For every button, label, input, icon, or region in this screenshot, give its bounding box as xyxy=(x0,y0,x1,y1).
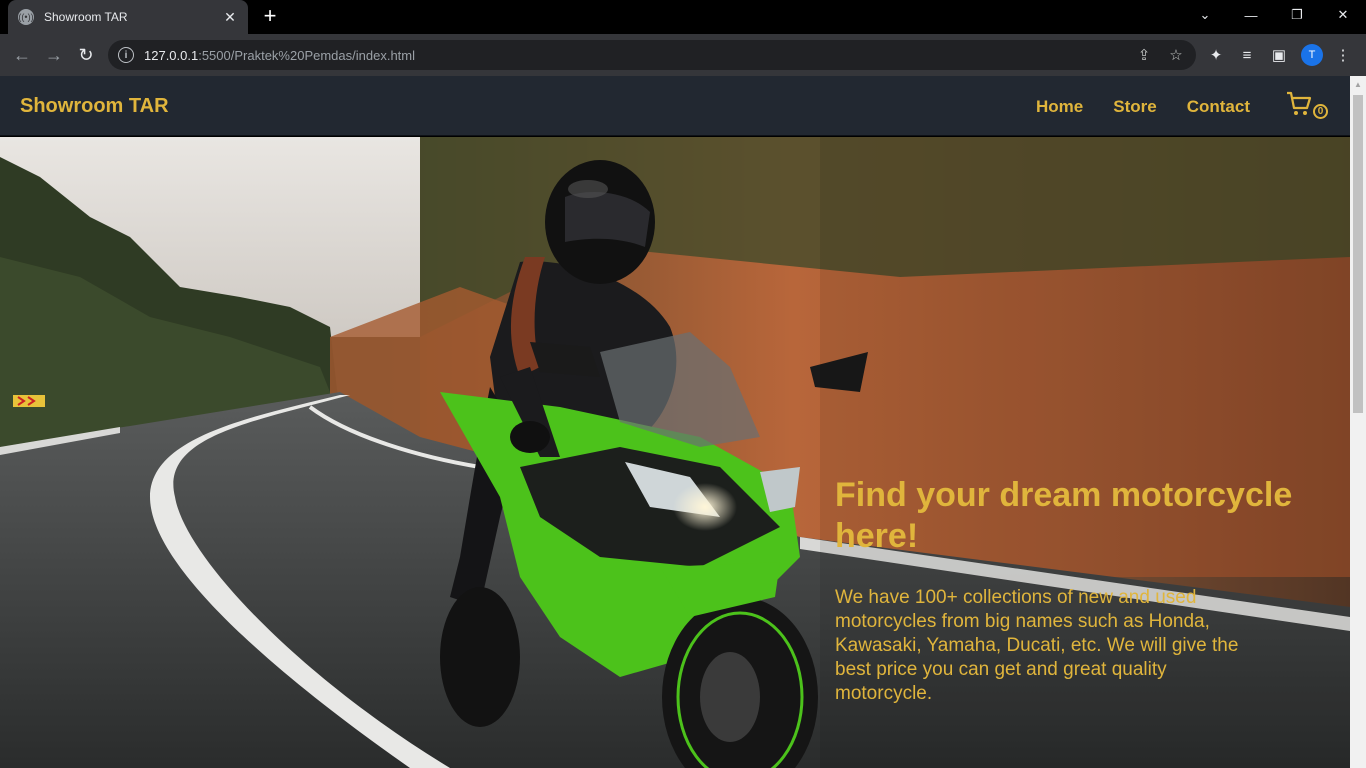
close-tab-icon[interactable]: ✕ xyxy=(222,9,238,26)
new-tab-button[interactable]: + xyxy=(258,5,282,29)
broadcast-icon: ((•)) xyxy=(18,9,34,25)
tab-title: Showroom TAR xyxy=(44,10,128,24)
extensions-icon[interactable]: ✦ xyxy=(1206,45,1226,65)
hero-description: We have 100+ collections of new and used… xyxy=(835,587,1239,704)
browser-toolbar: ← → ↻ i 127.0.0.1:5500/Praktek%20Pemdas/… xyxy=(0,34,1366,76)
back-icon[interactable]: ← xyxy=(10,43,34,67)
cart-button[interactable]: 0 xyxy=(1285,90,1331,124)
forward-icon[interactable]: → xyxy=(42,43,66,67)
hero-title: Find your dream motorcycle here! xyxy=(835,476,1293,555)
bookmark-star-icon[interactable]: ☆ xyxy=(1166,45,1186,65)
scroll-up-arrow-icon[interactable]: ▲ xyxy=(1353,80,1363,90)
cart-count-badge: 0 xyxy=(1313,104,1328,119)
reload-icon[interactable]: ↻ xyxy=(74,43,98,67)
nav-link-store[interactable]: Store xyxy=(1113,97,1156,117)
address-bar[interactable]: i 127.0.0.1:5500/Praktek%20Pemdas/index.… xyxy=(108,40,1196,70)
tab-search-button[interactable]: ⌄ xyxy=(1182,0,1228,30)
close-window-button[interactable]: ✕ xyxy=(1320,0,1366,30)
site-brand[interactable]: Showroom TAR xyxy=(20,95,169,118)
profile-avatar[interactable]: T xyxy=(1301,44,1323,66)
media-control-icon[interactable]: ≡ xyxy=(1237,45,1257,65)
browser-tab[interactable]: ((•)) Showroom TAR ✕ xyxy=(8,0,248,34)
info-icon[interactable]: i xyxy=(118,47,134,63)
nav-link-contact[interactable]: Contact xyxy=(1187,97,1250,117)
url-text: 127.0.0.1:5500/Praktek%20Pemdas/index.ht… xyxy=(144,47,416,63)
restore-button[interactable]: ❐ xyxy=(1274,0,1320,30)
side-panel-icon[interactable]: ▣ xyxy=(1269,45,1289,65)
tab-strip: ((•)) Showroom TAR ✕ + ⌄ — ❐ ✕ xyxy=(0,0,1366,34)
nav-link-home[interactable]: Home xyxy=(1036,97,1083,117)
share-icon[interactable]: ⇪ xyxy=(1134,45,1154,65)
menu-kebab-icon[interactable]: ⋮ xyxy=(1333,45,1353,65)
scrollbar-thumb[interactable] xyxy=(1353,95,1363,413)
cart-icon xyxy=(1287,91,1312,115)
nav-links: Home Store Contact xyxy=(1036,97,1280,117)
minimize-button[interactable]: — xyxy=(1228,0,1274,30)
page-scrollbar[interactable]: ▲ xyxy=(1350,76,1366,768)
page-viewport: Showroom TAR Home Store Contact 0 Find y… xyxy=(0,76,1350,768)
site-navbar: Showroom TAR Home Store Contact 0 xyxy=(0,76,1350,136)
hero-section: Find your dream motorcycle here! We have… xyxy=(0,137,1350,768)
